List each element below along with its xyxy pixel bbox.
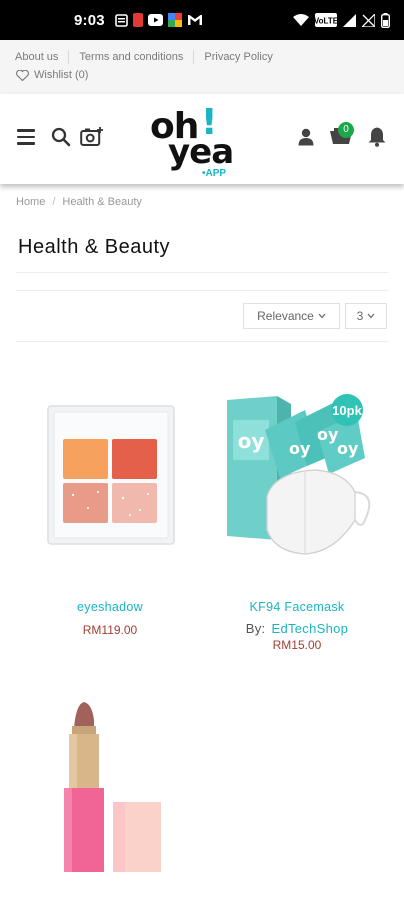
calendar-icon [115,14,128,27]
about-us-link[interactable]: About us [15,51,58,63]
logo-app: •APP [202,168,227,179]
divider [193,50,195,64]
gmail-icon [187,15,202,25]
pack-size-label: 10pk [332,403,362,418]
breadcrumb: Home / Health & Beauty [16,196,142,208]
sort-select[interactable]: Relevance [243,303,340,329]
product-vendor: By: EdTechShop [205,621,389,636]
wishlist-link[interactable]: Wishlist (0) [0,64,404,81]
by-label: By: [245,621,266,636]
facemask-image[interactable]: oy oy oy oy 10pk [205,370,389,570]
site-header: oh ! yea •APP [0,94,404,184]
product-card[interactable] [18,690,202,880]
divider [68,50,70,64]
svg-text:oy: oy [337,439,359,458]
status-time: 9:03 [74,11,105,29]
product-card[interactable]: oy oy oy oy 10pk KF94 Facemask By: EdTech… [205,370,389,652]
signal-icon [343,13,356,27]
bell-icon[interactable] [367,126,387,147]
site-logo[interactable]: oh ! yea •APP [150,102,246,179]
lipstick-image[interactable] [18,690,202,880]
wifi-icon [293,13,309,26]
svg-text:oy: oy [289,439,311,458]
search-icon[interactable] [51,127,71,147]
sort-value: Relevance [257,309,314,323]
terms-link[interactable]: Terms and conditions [79,51,183,63]
per-page-select[interactable]: 3 [345,303,387,329]
heart-icon [16,69,29,81]
product-price: RM119.00 [82,623,138,637]
shop-link[interactable]: EdTechShop [271,621,348,636]
svg-text:oy: oy [317,425,339,444]
divider [16,341,388,342]
battery-icon [381,12,390,28]
divider [16,290,388,291]
chevron-down-icon [367,313,375,319]
eyeshadow-palette-image[interactable] [18,370,202,570]
camera-search-icon[interactable] [80,126,104,148]
product-price: RM15.00 [272,638,322,652]
breadcrumb-home[interactable]: Home [16,196,45,208]
svg-text:oy: oy [238,429,265,453]
per-page-value: 3 [356,309,364,323]
youtube-icon [147,14,163,26]
app-red-icon [132,13,143,27]
top-links-bar: About us Terms and conditions Privacy Po… [0,40,404,94]
chevron-down-icon [318,313,326,319]
status-bar: 9:03 VoLTE [0,0,404,40]
page-title: Health & Beauty [18,236,171,258]
breadcrumb-current: Health & Beauty [62,196,142,208]
svg-text:VoLTE: VoLTE [315,17,337,26]
privacy-policy-link[interactable]: Privacy Policy [204,51,272,63]
product-name[interactable]: eyeshadow [18,600,202,614]
user-icon[interactable] [298,128,314,146]
product-name[interactable]: KF94 Facemask [205,600,389,614]
app-multicolor-icon [167,13,182,27]
logo-yea: yea [168,132,234,172]
product-card[interactable]: eyeshadow RM119.00 [18,370,202,637]
breadcrumb-separator: / [52,196,56,208]
divider [16,272,388,273]
no-sim-icon [362,13,375,27]
menu-icon[interactable] [17,129,35,145]
volte-icon: VoLTE [315,13,337,27]
cart-count-badge: 0 [338,122,354,138]
wishlist-label: Wishlist (0) [34,69,89,81]
